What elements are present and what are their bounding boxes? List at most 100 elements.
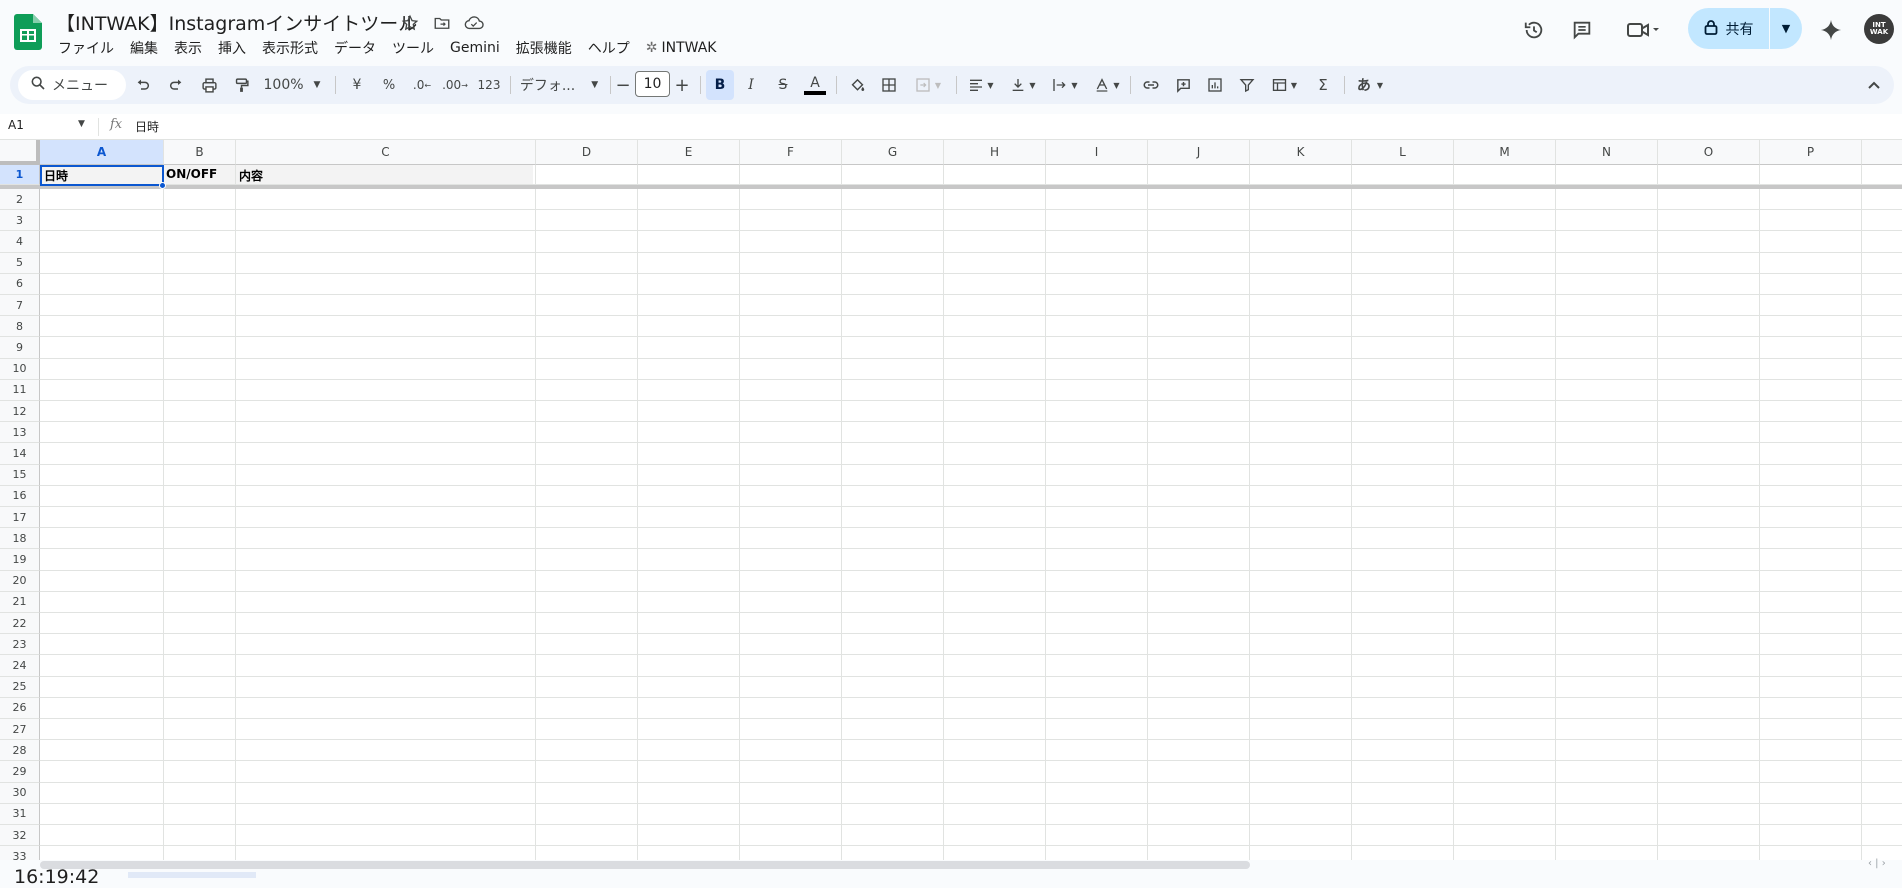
column-header-a[interactable]: A (40, 140, 164, 165)
row-header-6[interactable]: 6 (0, 273, 40, 295)
menu-addon-intwak[interactable]: ✲ INTWAK (638, 37, 725, 59)
vertical-align-icon[interactable]: ▼ (1006, 70, 1040, 100)
strikethrough-button[interactable]: S (770, 70, 796, 100)
history-icon[interactable] (1520, 16, 1548, 44)
column-header-e[interactable]: E (638, 140, 740, 165)
column-header-d[interactable]: D (536, 140, 638, 165)
bold-button[interactable]: B (706, 70, 734, 100)
cloud-status-icon[interactable] (464, 13, 484, 33)
frozen-row-divider[interactable] (0, 185, 1902, 189)
increase-decimal-button[interactable]: .00 → (441, 70, 469, 100)
cell-c1[interactable]: 内容 (239, 167, 263, 184)
row-header-21[interactable]: 21 (0, 591, 40, 613)
functions-button[interactable]: Σ (1310, 70, 1336, 100)
horizontal-align-icon[interactable]: ▼ (964, 70, 998, 100)
row-header-12[interactable]: 12 (0, 401, 40, 423)
italic-button[interactable]: I (738, 70, 764, 100)
text-wrap-icon[interactable]: ▼ (1048, 70, 1082, 100)
menu-extensions[interactable]: 拡張機能 (508, 37, 580, 59)
row-header-4[interactable]: 4 (0, 231, 40, 253)
row-header-29[interactable]: 29 (0, 761, 40, 783)
row-header-19[interactable]: 19 (0, 549, 40, 571)
column-header-j[interactable]: J (1148, 140, 1250, 165)
row-header-33[interactable]: 33 (0, 846, 40, 860)
meet-icon[interactable] (1624, 16, 1664, 44)
name-box-chevron-down-icon[interactable]: ▼ (78, 119, 85, 129)
row-header-7[interactable]: 7 (0, 295, 40, 317)
row-header-8[interactable]: 8 (0, 316, 40, 338)
name-box[interactable]: A1 (8, 118, 24, 132)
sheet-tab[interactable] (128, 872, 256, 878)
row-header-24[interactable]: 24 (0, 655, 40, 677)
column-header-g[interactable]: G (842, 140, 944, 165)
column-header-l[interactable]: L (1352, 140, 1454, 165)
percent-button[interactable]: % (376, 70, 402, 100)
insert-chart-icon[interactable] (1202, 70, 1228, 100)
column-header-c[interactable]: C (236, 140, 536, 165)
row-header-26[interactable]: 26 (0, 697, 40, 719)
text-rotation-icon[interactable]: ▼ (1090, 70, 1124, 100)
filter-views-icon[interactable]: ▼ (1266, 70, 1302, 100)
undo-icon[interactable] (130, 70, 156, 100)
menu-insert[interactable]: 挿入 (210, 37, 254, 59)
font-select[interactable]: デフォ... ▼ (516, 70, 602, 100)
row-header-27[interactable]: 27 (0, 719, 40, 741)
insert-comment-icon[interactable] (1170, 70, 1196, 100)
column-header-k[interactable]: K (1250, 140, 1352, 165)
row-header-1[interactable]: 1 (0, 165, 40, 185)
row-header-13[interactable]: 13 (0, 422, 40, 444)
row-header-16[interactable]: 16 (0, 485, 40, 507)
share-dropdown-chevron-icon[interactable]: ▼ (1770, 8, 1802, 49)
comment-icon[interactable] (1568, 16, 1596, 44)
merge-cells-icon[interactable]: ▼ (908, 70, 948, 100)
cell-b1[interactable]: ON/OFF (166, 167, 217, 181)
fill-color-icon[interactable] (844, 70, 870, 100)
borders-icon[interactable] (876, 70, 902, 100)
avatar[interactable]: INT WAK (1864, 14, 1894, 44)
row-header-15[interactable]: 15 (0, 464, 40, 486)
row-header-10[interactable]: 10 (0, 358, 40, 380)
menu-view[interactable]: 表示 (166, 37, 210, 59)
share-main-button[interactable]: 共有 (1688, 8, 1770, 49)
insert-link-icon[interactable] (1138, 70, 1164, 100)
menu-format[interactable]: 表示形式 (254, 37, 326, 59)
input-tools-button[interactable]: あ ▼ (1350, 70, 1390, 100)
spreadsheet-grid[interactable]: ABCDEFGHIJKLMNOPQ 1234567891011121314151… (0, 140, 1902, 860)
text-color-button[interactable]: A (802, 70, 828, 100)
formula-input[interactable]: 日時 (135, 118, 159, 135)
column-header-q[interactable]: Q (1862, 140, 1902, 165)
column-header-f[interactable]: F (740, 140, 842, 165)
row-header-3[interactable]: 3 (0, 210, 40, 232)
column-header-n[interactable]: N (1556, 140, 1658, 165)
row-header-30[interactable]: 30 (0, 782, 40, 804)
move-folder-icon[interactable] (432, 13, 452, 33)
sheets-logo-icon[interactable] (14, 14, 42, 50)
menu-data[interactable]: データ (326, 37, 384, 59)
menu-file[interactable]: ファイル (50, 37, 122, 59)
menu-tools[interactable]: ツール (384, 37, 442, 59)
row-header-11[interactable]: 11 (0, 379, 40, 401)
collapse-menus-chevron-up-icon[interactable] (1862, 70, 1886, 100)
row-header-18[interactable]: 18 (0, 528, 40, 550)
zoom-select[interactable]: 100% ▼ (256, 70, 328, 100)
gemini-icon[interactable] (1817, 16, 1845, 44)
paint-format-icon[interactable] (228, 70, 254, 100)
column-header-b[interactable]: B (164, 140, 236, 165)
print-icon[interactable] (196, 70, 222, 100)
row-header-9[interactable]: 9 (0, 337, 40, 359)
row-header-32[interactable]: 32 (0, 825, 40, 847)
menu-help[interactable]: ヘルプ (580, 37, 638, 59)
share-button[interactable]: 共有 ▼ (1688, 8, 1802, 49)
menu-edit[interactable]: 編集 (122, 37, 166, 59)
currency-button[interactable]: ¥ (344, 70, 370, 100)
row-header-28[interactable]: 28 (0, 740, 40, 762)
star-icon[interactable] (400, 13, 420, 33)
scroll-arrows-icon[interactable]: ‹ | › (1868, 858, 1886, 869)
increase-font-size-button[interactable]: + (672, 70, 692, 100)
row-header-17[interactable]: 17 (0, 507, 40, 529)
document-title[interactable]: 【INTWAK】Instagramインサイトツール (56, 9, 417, 36)
filter-icon[interactable] (1234, 70, 1260, 100)
row-header-23[interactable]: 23 (0, 634, 40, 656)
row-header-14[interactable]: 14 (0, 443, 40, 465)
decrease-decimal-button[interactable]: .0 ← (409, 70, 435, 100)
